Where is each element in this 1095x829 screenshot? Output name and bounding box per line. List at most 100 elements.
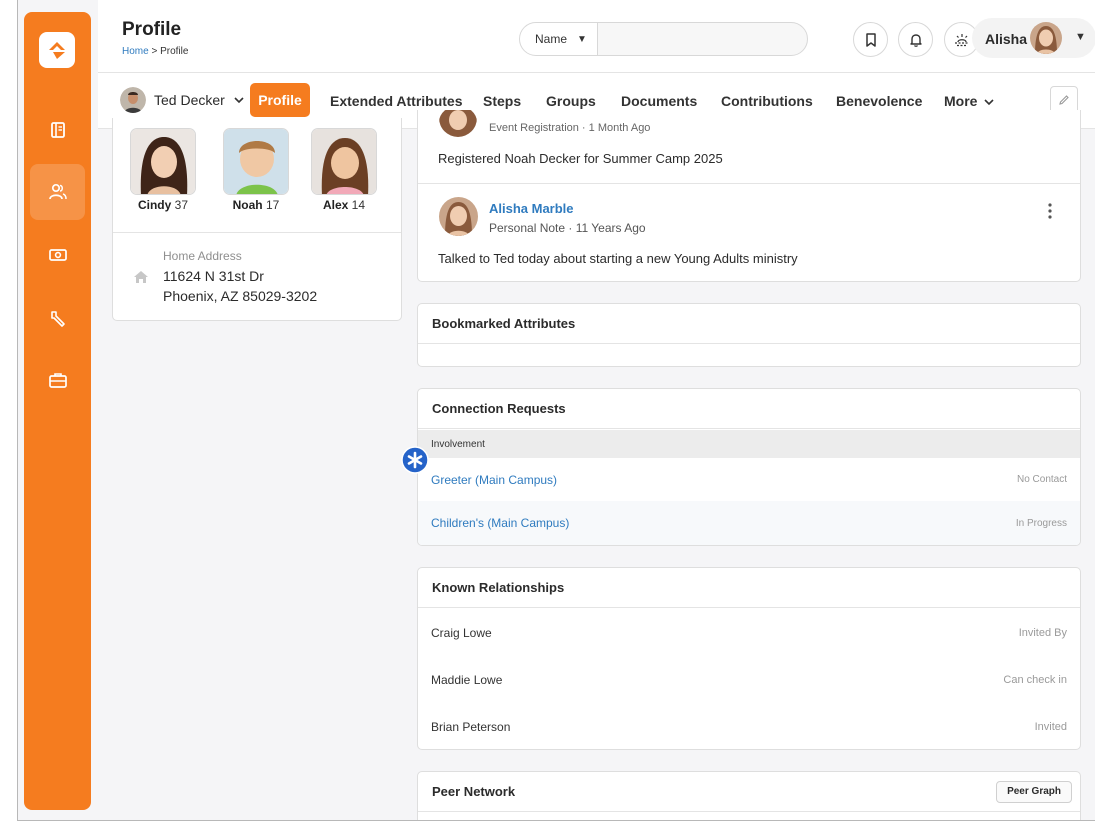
more-options-icon[interactable] <box>1047 202 1053 220</box>
family-member[interactable]: Noah 17 <box>221 128 291 212</box>
family-age: 14 <box>351 198 366 212</box>
timeline-card: Event Registration · 1 Month Ago Registe… <box>417 110 1081 282</box>
search-input[interactable] <box>600 23 805 55</box>
peer-graph-button[interactable]: Peer Graph <box>996 780 1072 803</box>
tab-documents[interactable]: Documents <box>621 93 697 109</box>
bell-icon <box>909 33 922 47</box>
tab-steps[interactable]: Steps <box>483 93 521 109</box>
sidebar-item-tools[interactable] <box>30 290 85 346</box>
prev-entry-avatar <box>439 110 477 137</box>
connection-status: In Progress <box>1015 517 1067 529</box>
chevron-down-icon <box>984 99 995 106</box>
book-icon <box>50 122 65 138</box>
briefcase-icon <box>48 373 67 388</box>
notifications-button[interactable] <box>898 22 933 57</box>
connection-name[interactable]: Children's (Main Campus) <box>431 516 569 530</box>
caret-down-icon: ▼ <box>1075 31 1086 43</box>
connection-name[interactable]: Greeter (Main Campus) <box>431 473 557 487</box>
app-window: Profile Home > Profile Name ▼ Alisha ▼ Te… <box>17 0 1095 821</box>
wrench-icon <box>50 311 65 327</box>
person-selector[interactable]: Ted Decker <box>120 86 244 114</box>
relationship-name[interactable]: Craig Lowe <box>431 626 492 640</box>
relationship-row[interactable]: Craig Lowe Invited By <box>418 609 1080 656</box>
family-photo <box>130 128 196 195</box>
relationship-name[interactable]: Maddie Lowe <box>431 673 502 687</box>
divider <box>113 232 401 233</box>
cash-icon <box>48 249 67 261</box>
known-relationships-card: Known Relationships Craig Lowe Invited B… <box>417 567 1081 750</box>
user-menu[interactable]: Alisha ▼ <box>972 18 1095 58</box>
note-author-avatar <box>439 197 478 236</box>
connection-status: No Contact <box>1016 474 1067 485</box>
breadcrumb: Home > Profile <box>122 46 188 57</box>
peer-network-title: Peer Network <box>432 784 516 799</box>
relationship-row[interactable]: Brian Peterson Invited <box>418 703 1080 749</box>
caret-down-icon: ▼ <box>577 33 587 45</box>
breadcrumb-current: Profile <box>160 46 189 57</box>
page-title: Profile <box>122 19 182 40</box>
sidebar <box>24 12 91 810</box>
bookmark-icon <box>865 32 876 47</box>
connection-requests-card: Connection Requests Involvement Greeter … <box>417 388 1081 546</box>
people-icon <box>48 183 67 200</box>
family-age: 37 <box>174 198 189 212</box>
family-name: Noah <box>232 198 263 212</box>
tab-profile[interactable]: Profile <box>250 83 310 117</box>
sidebar-item-book[interactable] <box>30 102 85 158</box>
family-card: Cindy 37 Noah 17 Alex 14 Home Address 11… <box>112 118 402 321</box>
family-photo <box>223 128 289 195</box>
tab-more-label: More <box>944 93 978 109</box>
relationship-type: Can check in <box>1003 673 1067 686</box>
card-title: Known Relationships <box>418 568 1080 608</box>
connection-request-row[interactable]: Children's (Main Campus) In Progress <box>418 501 1080 545</box>
connection-request-row[interactable]: Greeter (Main Campus) No Contact <box>418 458 1080 501</box>
sidebar-item-people[interactable] <box>30 164 85 220</box>
breadcrumb-home[interactable]: Home <box>122 46 149 57</box>
tab-more[interactable]: More <box>944 93 995 109</box>
person-avatar <box>120 87 146 113</box>
tab-groups[interactable]: Groups <box>546 93 596 109</box>
card-title: Peer Network Peer Graph <box>418 772 1080 812</box>
family-member[interactable]: Alex 14 <box>309 128 379 212</box>
rock-logo-icon[interactable] <box>39 32 75 68</box>
tab-benevolence[interactable]: Benevolence <box>836 93 922 109</box>
family-name: Cindy <box>137 198 172 212</box>
sidebar-item-finance[interactable] <box>30 227 85 283</box>
relationship-type: Invited <box>1034 720 1067 733</box>
pencil-icon <box>1059 95 1069 105</box>
tab-contributions[interactable]: Contributions <box>721 93 813 109</box>
card-title: Connection Requests <box>418 389 1080 429</box>
bookmarked-attributes-card: Bookmarked Attributes <box>417 303 1081 367</box>
divider <box>418 183 1080 184</box>
note-author-link[interactable]: Alisha Marble <box>489 201 574 216</box>
relationship-name[interactable]: Brian Peterson <box>431 720 510 734</box>
search-type-select[interactable]: Name ▼ <box>520 23 598 55</box>
search-box: Name ▼ <box>519 22 808 56</box>
user-avatar <box>1030 22 1062 54</box>
peer-network-card: Peer Network Peer Graph <box>417 771 1081 820</box>
sunrise-icon <box>954 33 969 46</box>
card-title: Bookmarked Attributes <box>418 304 1080 344</box>
family-name: Alex <box>322 198 349 212</box>
breadcrumb-separator: > <box>148 46 161 57</box>
prev-entry-meta: Event Registration · 1 Month Ago <box>489 122 651 134</box>
family-member[interactable]: Cindy 37 <box>128 128 198 212</box>
family-photo <box>311 128 377 195</box>
home-icon <box>134 271 148 283</box>
search-type-label: Name <box>535 32 568 46</box>
user-name: Alisha <box>985 31 1028 47</box>
address-line1: 11624 N 31st Dr <box>163 268 264 284</box>
asterisk-marker-icon <box>401 446 429 474</box>
family-age: 17 <box>265 198 280 212</box>
relationship-row[interactable]: Maddie Lowe Can check in <box>418 656 1080 703</box>
note-text: Talked to Ted today about starting a new… <box>438 251 798 266</box>
top-bar: Profile Home > Profile Name ▼ Alisha ▼ <box>98 0 1095 73</box>
address-label: Home Address <box>163 249 242 263</box>
chevron-down-icon <box>234 97 244 104</box>
prev-entry-text: Registered Noah Decker for Summer Camp 2… <box>438 151 723 166</box>
sidebar-item-admin[interactable] <box>30 352 85 408</box>
bookmark-button[interactable] <box>853 22 888 57</box>
connection-group-header: Involvement <box>418 430 1080 458</box>
tab-extended-attributes[interactable]: Extended Attributes <box>330 93 463 109</box>
person-name: Ted Decker <box>154 92 225 108</box>
